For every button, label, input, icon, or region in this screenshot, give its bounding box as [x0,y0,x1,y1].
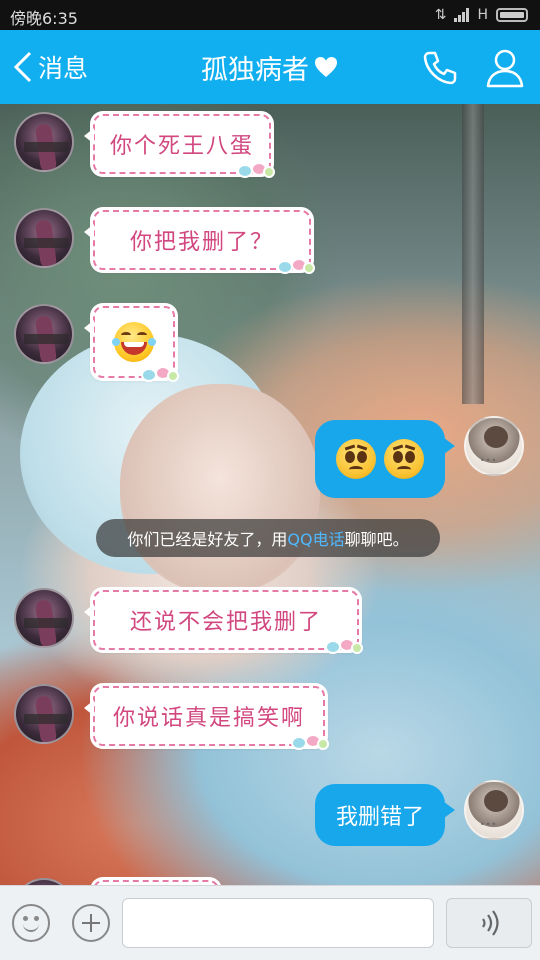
bubble-decoration [141,366,179,384]
sad-face-emoji-icon [336,439,376,479]
contact-profile-icon[interactable] [484,46,526,88]
chat-area[interactable]: 你个死王八蛋 你把我删了？ 你们已经是好友了，用 QQ电话 聊聊吧。 还说不会把… [0,104,540,885]
message-text: 我删错了 [335,805,424,830]
voice-input-button[interactable] [446,898,532,948]
message-text: 你个死王八蛋 [109,134,254,159]
back-button[interactable]: 消息 [12,30,88,104]
input-bar [0,885,540,960]
bubble-decoration [277,258,315,276]
back-label: 消息 [38,54,89,83]
system-notice: 你们已经是好友了，用 QQ电话 聊聊吧。 [96,519,440,557]
bubble-decoration [291,734,329,752]
message-text: 还说不会把我删了 [129,610,322,635]
notice-text-after: 聊聊吧。 [344,530,409,549]
contact-name: 孤独病者 [201,54,309,86]
contact-avatar[interactable] [14,684,74,744]
voice-wave-icon [482,910,499,936]
heart-icon [315,57,337,77]
message-bubble-received[interactable]: 你说话真是搞笑啊 [84,686,329,750]
message-bubble-received[interactable] [84,306,179,382]
chevron-left-icon [13,51,32,83]
message-bubble-sent[interactable] [315,420,455,498]
status-icons: ⇅ H [435,6,528,24]
background-photo-detail [120,384,320,594]
bubble-decoration [325,638,363,656]
emoji-picker-icon[interactable] [12,904,50,942]
message-text: 你把我删了？ [129,230,274,255]
status-bar: 傍晚6:35 ⇅ H [0,0,540,30]
message-text: 你说话真是搞笑啊 [112,706,305,731]
laughing-tears-emoji-icon [112,322,156,362]
contact-avatar[interactable] [14,208,74,268]
battery-icon [496,8,528,22]
message-bubble-received[interactable]: 还说不会把我删了 [84,590,363,654]
contact-avatar[interactable] [14,878,74,885]
network-type: H [477,7,488,23]
message-bubble-sent[interactable]: 我删错了 [315,784,455,846]
signal-icon [454,8,470,22]
contact-avatar[interactable] [14,304,74,364]
message-bubble-received[interactable]: 你个死王八蛋 [84,114,275,178]
more-options-plus-icon[interactable] [72,904,110,942]
status-time: 傍晚6:35 [10,9,78,28]
phone-call-icon[interactable] [420,48,460,88]
sad-face-emoji-icon [384,439,424,479]
qq-call-link[interactable]: QQ电话 [287,526,344,550]
bubble-decoration [237,162,275,180]
message-bubble-received[interactable]: 你把我删了？ [84,210,315,274]
my-avatar[interactable] [464,416,524,476]
chat-header: 消息 孤独病者 [0,30,540,104]
contact-avatar[interactable] [14,112,74,172]
data-transfer-icon: ⇅ [434,7,447,23]
my-avatar[interactable] [464,780,524,840]
notice-text-before: 你们已经是好友了，用 [127,530,288,549]
background-photo-detail [462,104,484,404]
contact-avatar[interactable] [14,588,74,648]
message-input[interactable] [122,898,434,948]
